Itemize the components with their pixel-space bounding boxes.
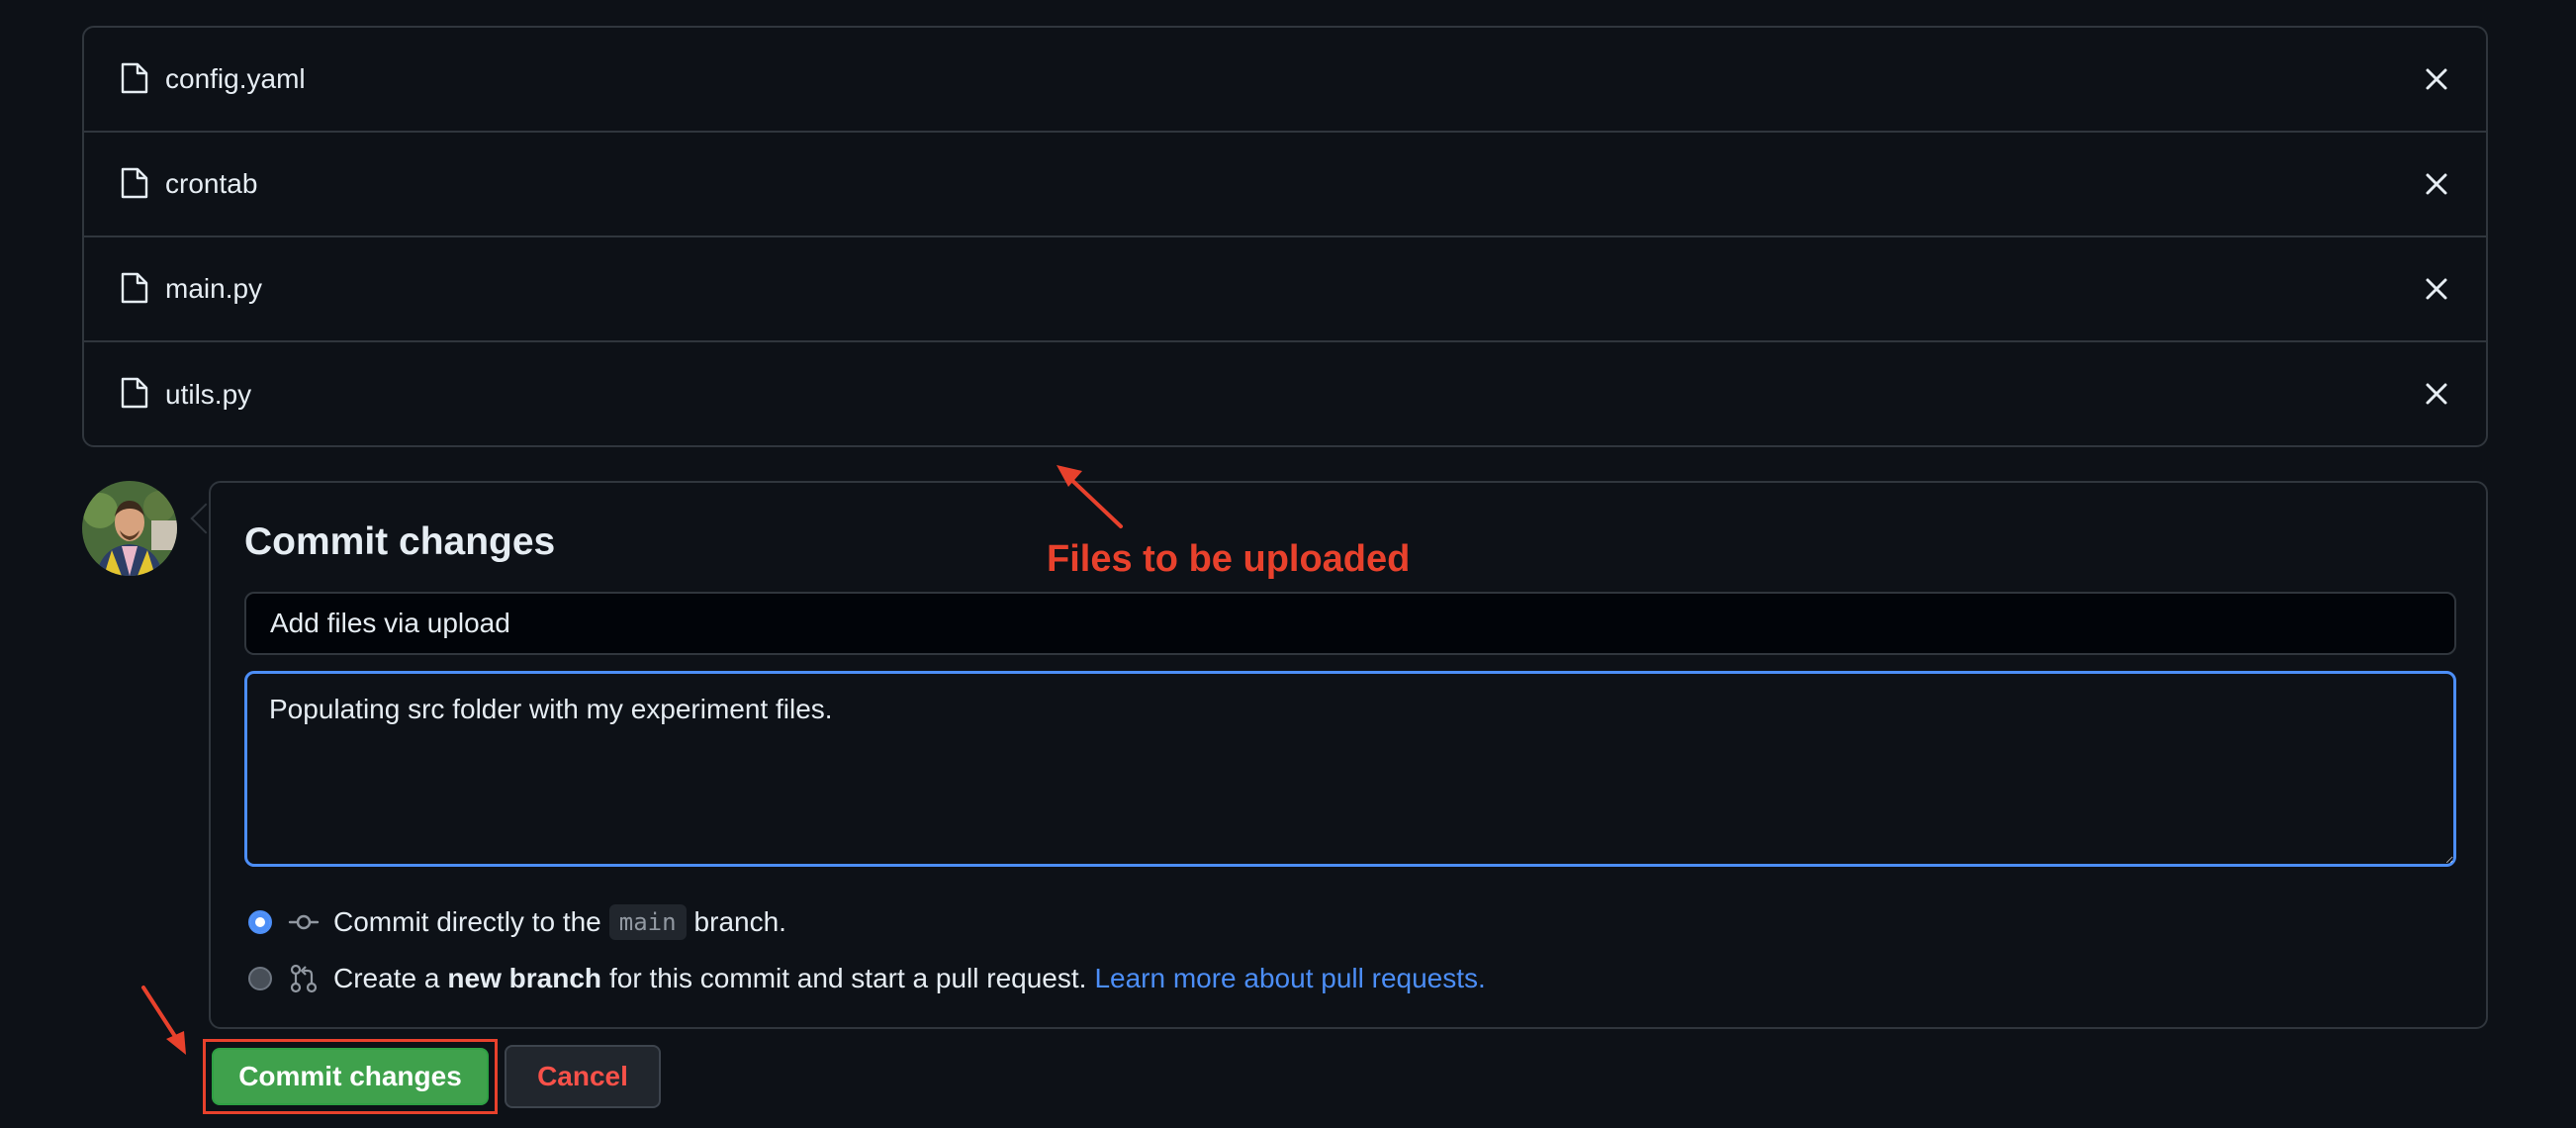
- file-name: utils.py: [165, 379, 252, 410]
- file-row: main.py: [84, 237, 2486, 342]
- file-row: crontab: [84, 133, 2486, 237]
- commit-button-highlight: Commit changes: [203, 1039, 498, 1114]
- learn-more-link[interactable]: Learn more about pull requests.: [1094, 963, 1485, 994]
- git-pull-request-icon: [290, 964, 318, 993]
- close-icon[interactable]: [2423, 380, 2450, 408]
- commit-summary-input[interactable]: [244, 592, 2456, 655]
- commit-description-input[interactable]: Populating src folder with my experiment…: [244, 671, 2456, 867]
- file-icon: [121, 167, 148, 199]
- branch-name: main: [608, 904, 687, 940]
- file-list: config.yaml crontab main.py utils.py: [82, 26, 2488, 447]
- option-new-bold: new branch: [447, 963, 601, 993]
- option-commit-direct[interactable]: Commit directly to the main branch.: [248, 902, 786, 942]
- avatar: [82, 481, 177, 576]
- file-icon: [121, 272, 148, 304]
- annotation-label: Files to be uploaded: [1047, 538, 1411, 580]
- commit-changes-button[interactable]: Commit changes: [212, 1048, 489, 1105]
- cancel-button[interactable]: Cancel: [505, 1045, 661, 1108]
- file-name: config.yaml: [165, 63, 306, 94]
- file-name: main.py: [165, 273, 263, 304]
- arrow-to-commit-button: [141, 986, 186, 1055]
- close-icon[interactable]: [2423, 65, 2450, 93]
- radio-commit-direct[interactable]: [248, 910, 272, 934]
- close-icon[interactable]: [2423, 275, 2450, 303]
- file-name: crontab: [165, 168, 258, 199]
- git-commit-icon: [288, 914, 320, 930]
- file-icon: [121, 62, 148, 94]
- option-new-branch[interactable]: Create a new branch for this commit and …: [248, 959, 1486, 998]
- file-row: utils.py: [84, 342, 2486, 445]
- file-row: config.yaml: [84, 28, 2486, 133]
- option-direct-prefix: Commit directly to the: [333, 906, 601, 937]
- commit-title: Commit changes: [244, 520, 556, 563]
- option-direct-suffix: branch.: [693, 906, 786, 937]
- radio-new-branch[interactable]: [248, 967, 272, 990]
- file-icon: [121, 377, 148, 409]
- option-new-suffix: for this commit and start a pull request…: [609, 963, 1087, 993]
- avatar-image: [82, 481, 177, 576]
- option-new-prefix: Create a: [333, 963, 440, 993]
- close-icon[interactable]: [2423, 170, 2450, 198]
